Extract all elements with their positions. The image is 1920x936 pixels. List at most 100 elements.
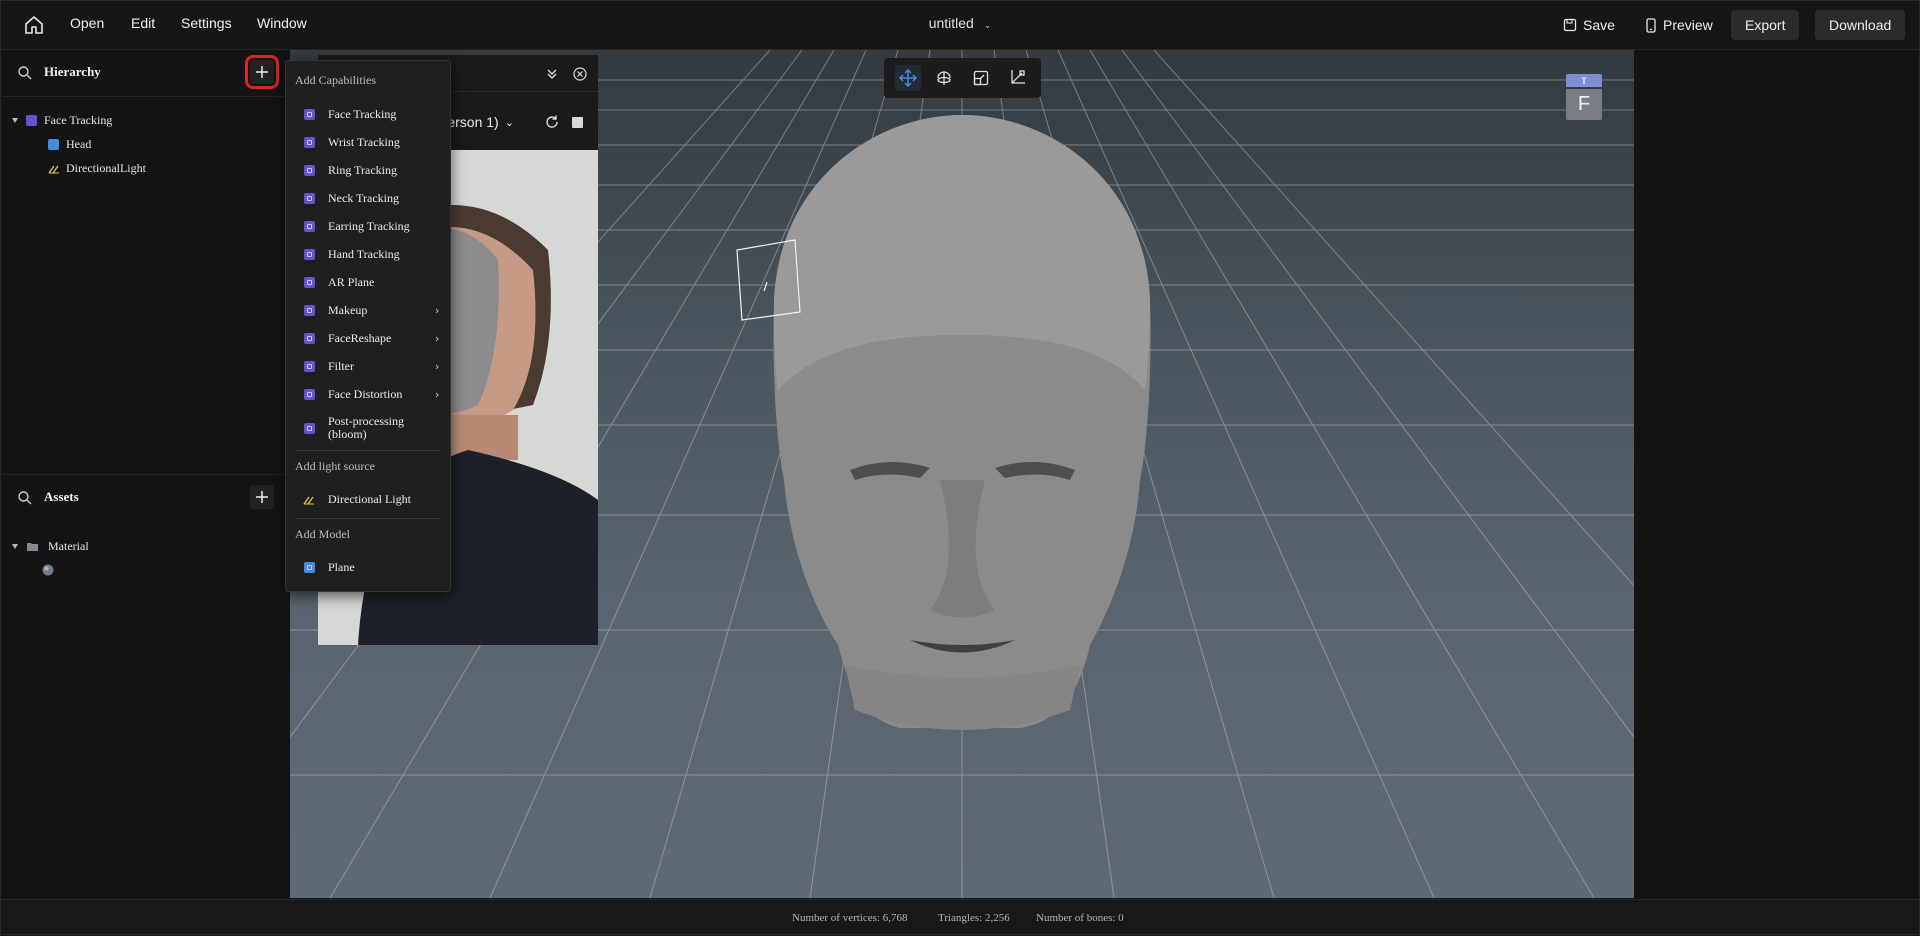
chevron-down-icon[interactable]: ⌄ <box>984 21 992 31</box>
menu-item-plane[interactable]: Plane <box>286 555 450 579</box>
cube-top-face[interactable]: T <box>1581 76 1587 86</box>
model-icon <box>48 138 59 150</box>
menu-settings[interactable]: Settings <box>181 15 232 31</box>
menu-item-wrist-tracking[interactable]: Wrist Tracking <box>286 130 450 154</box>
menu-item-label: Makeup <box>328 302 368 317</box>
capability-icon <box>304 164 315 176</box>
preview-label: Preview <box>1663 17 1713 33</box>
menu-item-face-tracking[interactable]: Face Tracking <box>286 102 450 126</box>
close-icon[interactable] <box>573 67 587 81</box>
menu-item-face-distortion[interactable]: Face Distortion › <box>286 382 450 406</box>
material-sphere-icon <box>42 564 54 576</box>
menu-item-label: Earring Tracking <box>328 218 410 233</box>
menu-item-post-processing[interactable]: Post-processing (bloom) <box>286 412 450 444</box>
assets-item-material-sphere[interactable] <box>42 559 54 581</box>
capability-icon <box>304 332 315 344</box>
export-label: Export <box>1745 17 1786 33</box>
home-icon[interactable] <box>22 13 46 37</box>
document-title-label[interactable]: untitled <box>929 15 974 31</box>
chevron-right-icon: › <box>435 303 440 317</box>
chevron-down-icon: ⌄ <box>504 115 514 129</box>
scale-tool-icon[interactable] <box>968 65 994 91</box>
move-tool-icon[interactable] <box>895 65 922 91</box>
menu-item-label: AR Plane <box>328 274 375 289</box>
chevron-right-icon: › <box>435 387 440 401</box>
export-button[interactable]: Export <box>1731 10 1800 40</box>
search-icon[interactable] <box>17 65 33 81</box>
capability-icon <box>304 422 315 434</box>
chevron-right-icon: › <box>435 331 440 345</box>
menu-item-label: Post-processing (bloom) <box>328 414 404 441</box>
face-tracking-icon <box>26 114 37 126</box>
add-object-button[interactable] <box>245 55 279 89</box>
menu-item-hand-tracking[interactable]: Hand Tracking <box>286 242 450 266</box>
menu-window[interactable]: Window <box>257 15 307 31</box>
menu-item-label: Plane <box>328 559 355 574</box>
cube-front-face[interactable]: F <box>1578 93 1590 116</box>
add-asset-button[interactable] <box>250 485 274 509</box>
transform-tool-icon[interactable] <box>1004 65 1030 91</box>
refresh-icon[interactable] <box>544 114 560 130</box>
capability-icon <box>304 388 315 400</box>
search-icon[interactable] <box>17 490 33 506</box>
transform-toolbar <box>884 58 1041 98</box>
top-bar: Open Edit Settings Window untitled ⌄ Sav… <box>0 0 1920 50</box>
menu-item-facereshape[interactable]: FaceReshape › <box>286 326 450 350</box>
menu-item-ar-plane[interactable]: AR Plane <box>286 270 450 294</box>
status-bar: Number of vertices: 6,768 Triangles: 2,2… <box>0 899 1920 936</box>
hierarchy-item-directional-light[interactable]: DirectionalLight <box>48 157 146 179</box>
expand-icon[interactable] <box>12 117 18 123</box>
assets-header: Assets <box>2 474 290 521</box>
hierarchy-item-label: DirectionalLight <box>66 160 146 175</box>
chevron-right-icon: › <box>435 359 440 373</box>
light-icon <box>303 496 314 504</box>
hierarchy-item-head[interactable]: Head <box>48 133 91 155</box>
capability-icon <box>304 304 315 316</box>
orientation-cube[interactable]: T F <box>1566 74 1602 120</box>
hierarchy-header: Hierarchy <box>2 50 290 97</box>
menu-item-label: FaceReshape <box>328 330 392 345</box>
right-panel <box>1634 50 1920 898</box>
menu-item-label: Filter <box>328 358 354 373</box>
menu-divider <box>295 450 441 451</box>
menu-item-neck-tracking[interactable]: Neck Tracking <box>286 186 450 210</box>
hierarchy-title: Hierarchy <box>44 64 101 79</box>
save-label: Save <box>1583 17 1615 33</box>
capability-icon <box>304 192 315 204</box>
left-panel: Hierarchy Face Tracking Head Directional… <box>2 50 291 898</box>
collapse-icon[interactable] <box>546 68 558 80</box>
save-button[interactable]: Save <box>1563 10 1615 40</box>
folder-icon <box>27 542 38 551</box>
hierarchy-item-label: Face Tracking <box>44 112 113 127</box>
menu-item-makeup[interactable]: Makeup › <box>286 298 450 322</box>
model-icon <box>304 561 315 573</box>
vertex-count: Number of vertices: 6,768 <box>792 912 908 924</box>
preview-button[interactable]: Preview <box>1645 10 1713 40</box>
plus-icon <box>256 66 268 78</box>
bone-count: Number of bones: 0 <box>1036 912 1124 924</box>
hierarchy-item-face-tracking[interactable]: Face Tracking <box>12 109 112 131</box>
capability-icon <box>304 108 315 120</box>
download-button[interactable]: Download <box>1815 10 1906 40</box>
menu-item-label: Face Tracking <box>328 106 397 121</box>
plus-icon <box>256 491 268 503</box>
menu-item-label: Face Distortion <box>328 386 403 401</box>
menu-item-directional-light[interactable]: Directional Light <box>286 487 450 511</box>
menu-edit[interactable]: Edit <box>131 15 155 31</box>
light-icon <box>48 165 59 173</box>
stop-icon[interactable] <box>572 117 583 128</box>
head-model[interactable] <box>773 115 1151 730</box>
assets-item-material[interactable]: Material <box>12 535 89 557</box>
menu-item-label: Hand Tracking <box>328 246 400 261</box>
save-icon <box>1563 18 1577 32</box>
rotate-tool-icon[interactable] <box>931 65 957 91</box>
assets-item-label: Material <box>48 538 89 553</box>
menu-section-model: Add Model <box>295 527 350 541</box>
menu-item-earring-tracking[interactable]: Earring Tracking <box>286 214 450 238</box>
menu-item-filter[interactable]: Filter › <box>286 354 450 378</box>
triangle-count: Triangles: 2,256 <box>938 912 1010 924</box>
expand-icon[interactable] <box>12 543 18 549</box>
menu-open[interactable]: Open <box>70 15 104 31</box>
menu-item-ring-tracking[interactable]: Ring Tracking <box>286 158 450 182</box>
menu-item-label: Wrist Tracking <box>328 134 400 149</box>
